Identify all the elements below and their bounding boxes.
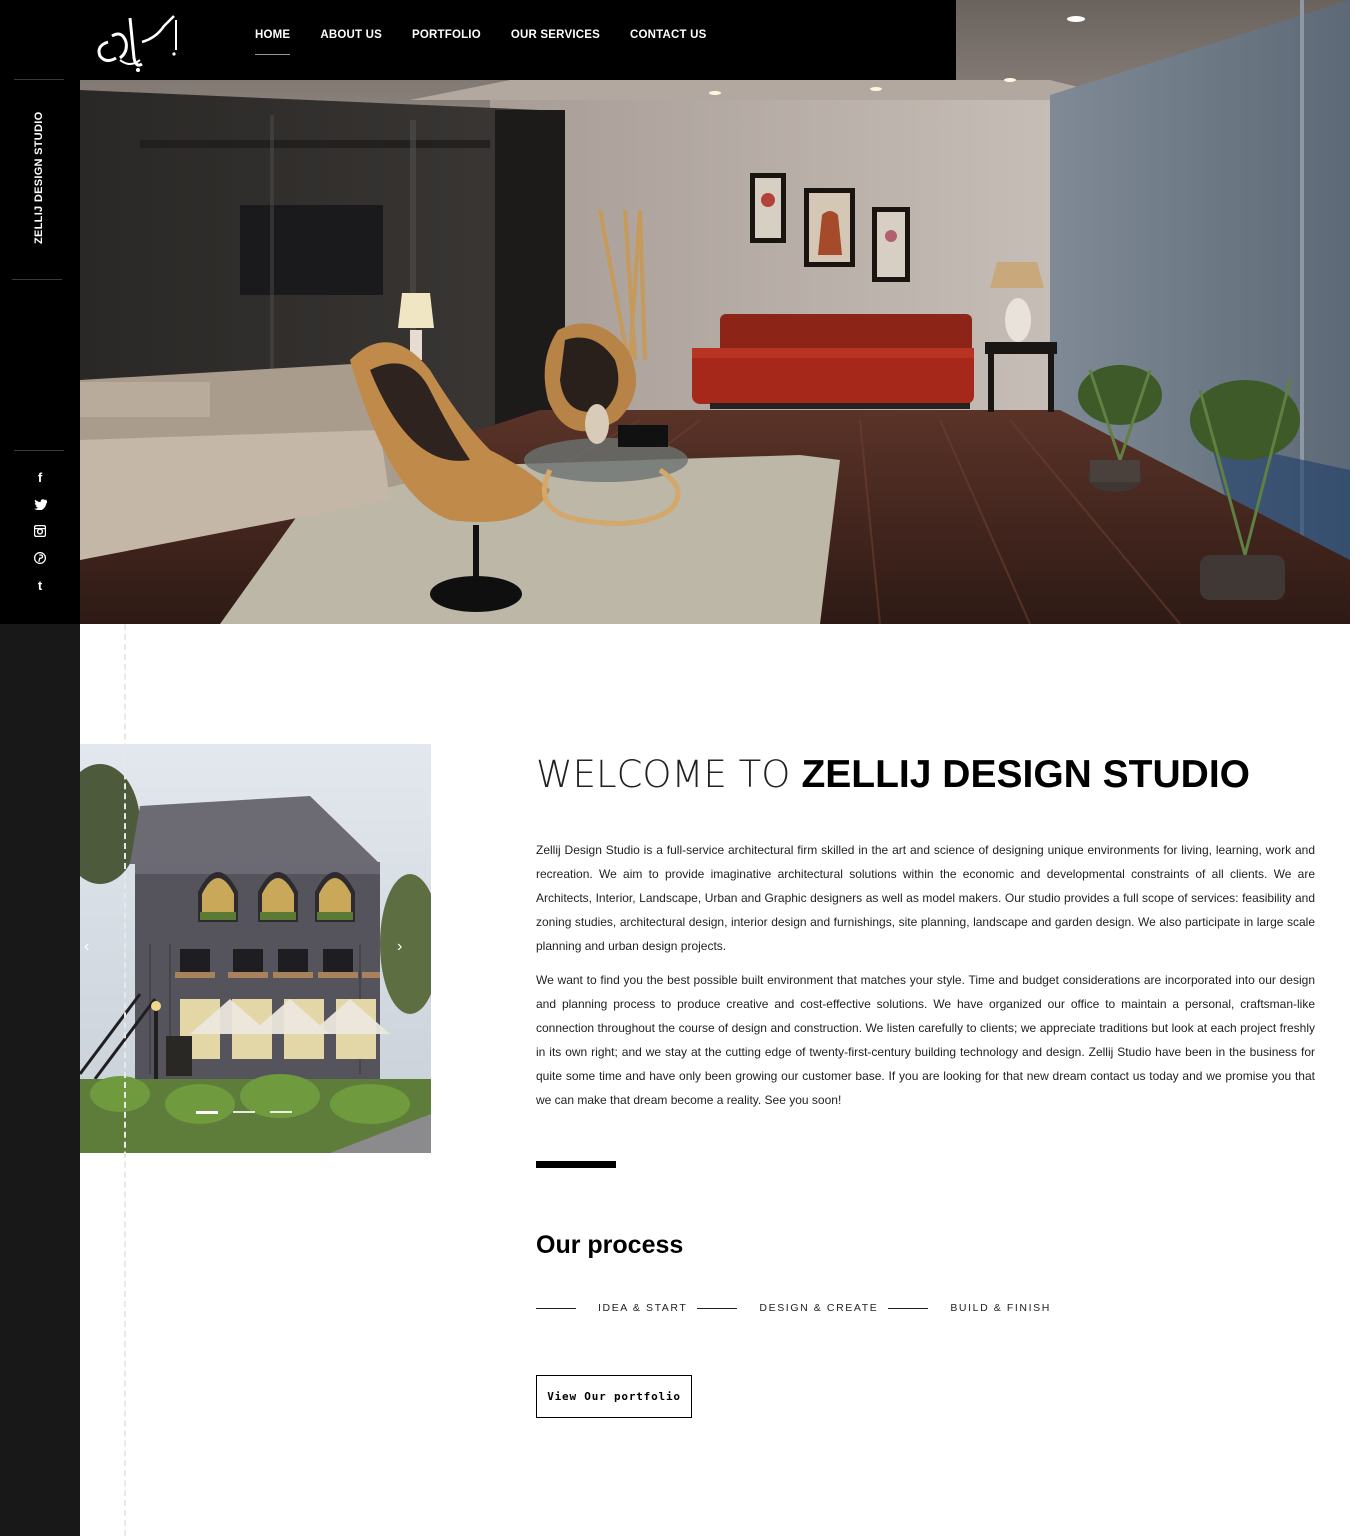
slider-next-button[interactable]: › xyxy=(397,938,402,956)
facebook-icon[interactable]: f xyxy=(28,467,52,487)
tumblr-icon[interactable]: t xyxy=(28,575,52,595)
slider-pagination xyxy=(196,1111,307,1114)
hero-image xyxy=(80,0,1350,624)
pinterest-icon[interactable] xyxy=(28,548,52,568)
decorative-dashed-line xyxy=(124,624,126,1536)
welcome-heading-light: WELCOME TO xyxy=(536,753,791,796)
process-step-design: DESIGN & CREATE xyxy=(759,1302,879,1314)
sidebar-brand-name: ZELLIJ DESIGN STUDIO xyxy=(33,111,45,244)
pinterest-glyph-icon xyxy=(34,552,46,564)
main-nav: HOME ABOUT US PORTFOLIO OUR SERVICES CON… xyxy=(255,29,737,55)
process-step-build: BUILD & FINISH xyxy=(950,1302,1051,1314)
project-slider[interactable] xyxy=(80,744,431,1153)
step-divider xyxy=(697,1307,738,1309)
hero-right-edge xyxy=(1350,0,1365,624)
left-sidebar: ZELLIJ DESIGN STUDIO f t xyxy=(0,0,80,624)
sidebar-divider xyxy=(12,279,62,280)
slider-dot-3[interactable] xyxy=(270,1111,292,1113)
nav-home[interactable]: HOME xyxy=(255,29,291,55)
page: HOME ABOUT US PORTFOLIO OUR SERVICES CON… xyxy=(0,0,1365,1536)
welcome-heading-bold: ZELLIJ DESIGN STUDIO xyxy=(801,753,1250,796)
left-sidebar-lower xyxy=(0,624,80,1536)
slider-dot-2[interactable] xyxy=(233,1111,255,1113)
process-title: Our process xyxy=(536,1231,684,1259)
sidebar-divider xyxy=(14,450,64,451)
view-portfolio-button[interactable]: View Our portfolio xyxy=(536,1375,692,1418)
intro-paragraph-2: We want to find you the best possible bu… xyxy=(536,973,1315,1107)
section-divider-bar xyxy=(536,1161,616,1168)
zellij-logo[interactable] xyxy=(90,12,180,74)
nav-contact-us[interactable]: CONTACT US xyxy=(630,29,707,41)
nav-our-services[interactable]: OUR SERVICES xyxy=(511,29,600,41)
nav-about-us[interactable]: ABOUT US xyxy=(320,29,382,41)
top-nav-bar: HOME ABOUT US PORTFOLIO OUR SERVICES CON… xyxy=(80,0,956,80)
twitter-bird-icon xyxy=(33,498,47,510)
intro-paragraph-1: Zellij Design Studio is a full-service a… xyxy=(536,843,1315,953)
twitter-icon[interactable] xyxy=(28,494,52,514)
instagram-icon[interactable] xyxy=(28,521,52,541)
building-render-illustration xyxy=(80,744,431,1153)
welcome-heading: WELCOME TO ZELLIJ DESIGN STUDIO xyxy=(536,752,1250,797)
instagram-glyph-icon xyxy=(34,525,46,537)
slider-prev-button[interactable]: ‹ xyxy=(84,938,89,956)
sidebar-divider xyxy=(14,79,64,80)
process-step-idea: IDEA & START xyxy=(598,1302,688,1314)
nav-portfolio[interactable]: PORTFOLIO xyxy=(412,29,481,41)
interior-render-illustration xyxy=(80,0,1350,624)
process-steps: IDEA & START DESIGN & CREATE BUILD & FIN… xyxy=(536,1302,1061,1314)
step-divider xyxy=(536,1307,576,1309)
step-divider xyxy=(888,1307,929,1309)
slider-dot-1[interactable] xyxy=(196,1111,218,1114)
